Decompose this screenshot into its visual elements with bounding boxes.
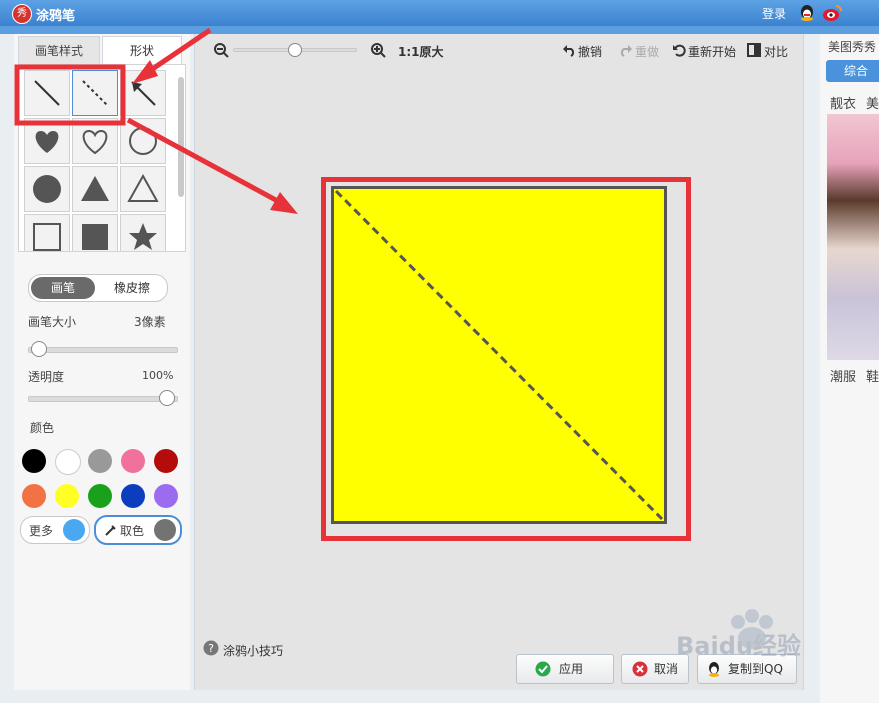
right-tab-shoes[interactable]: 鞋 <box>866 366 879 385</box>
right-tab-clothes[interactable]: 靓衣 <box>830 93 856 112</box>
baidu-watermark: Baidu经验 <box>672 604 832 674</box>
all-category-button[interactable]: 综合 <box>826 60 879 82</box>
right-panel-title: 美图秀秀 <box>828 40 877 54</box>
arrow-to-canvas <box>126 117 287 208</box>
arrow-head-1 <box>132 60 158 84</box>
arrow-head-2 <box>270 192 298 214</box>
ad-model-image[interactable] <box>827 114 879 360</box>
right-panel: 美图秀秀 综合 靓衣 美 潮服 鞋 <box>820 34 879 703</box>
right-tab-beauty[interactable]: 美 <box>866 93 879 112</box>
arrow-to-shape-tab <box>146 27 212 75</box>
annotation-arrows <box>126 27 298 214</box>
right-tab-trendy[interactable]: 潮服 <box>830 366 856 385</box>
watermark-text: Baidu经验 <box>676 632 801 660</box>
